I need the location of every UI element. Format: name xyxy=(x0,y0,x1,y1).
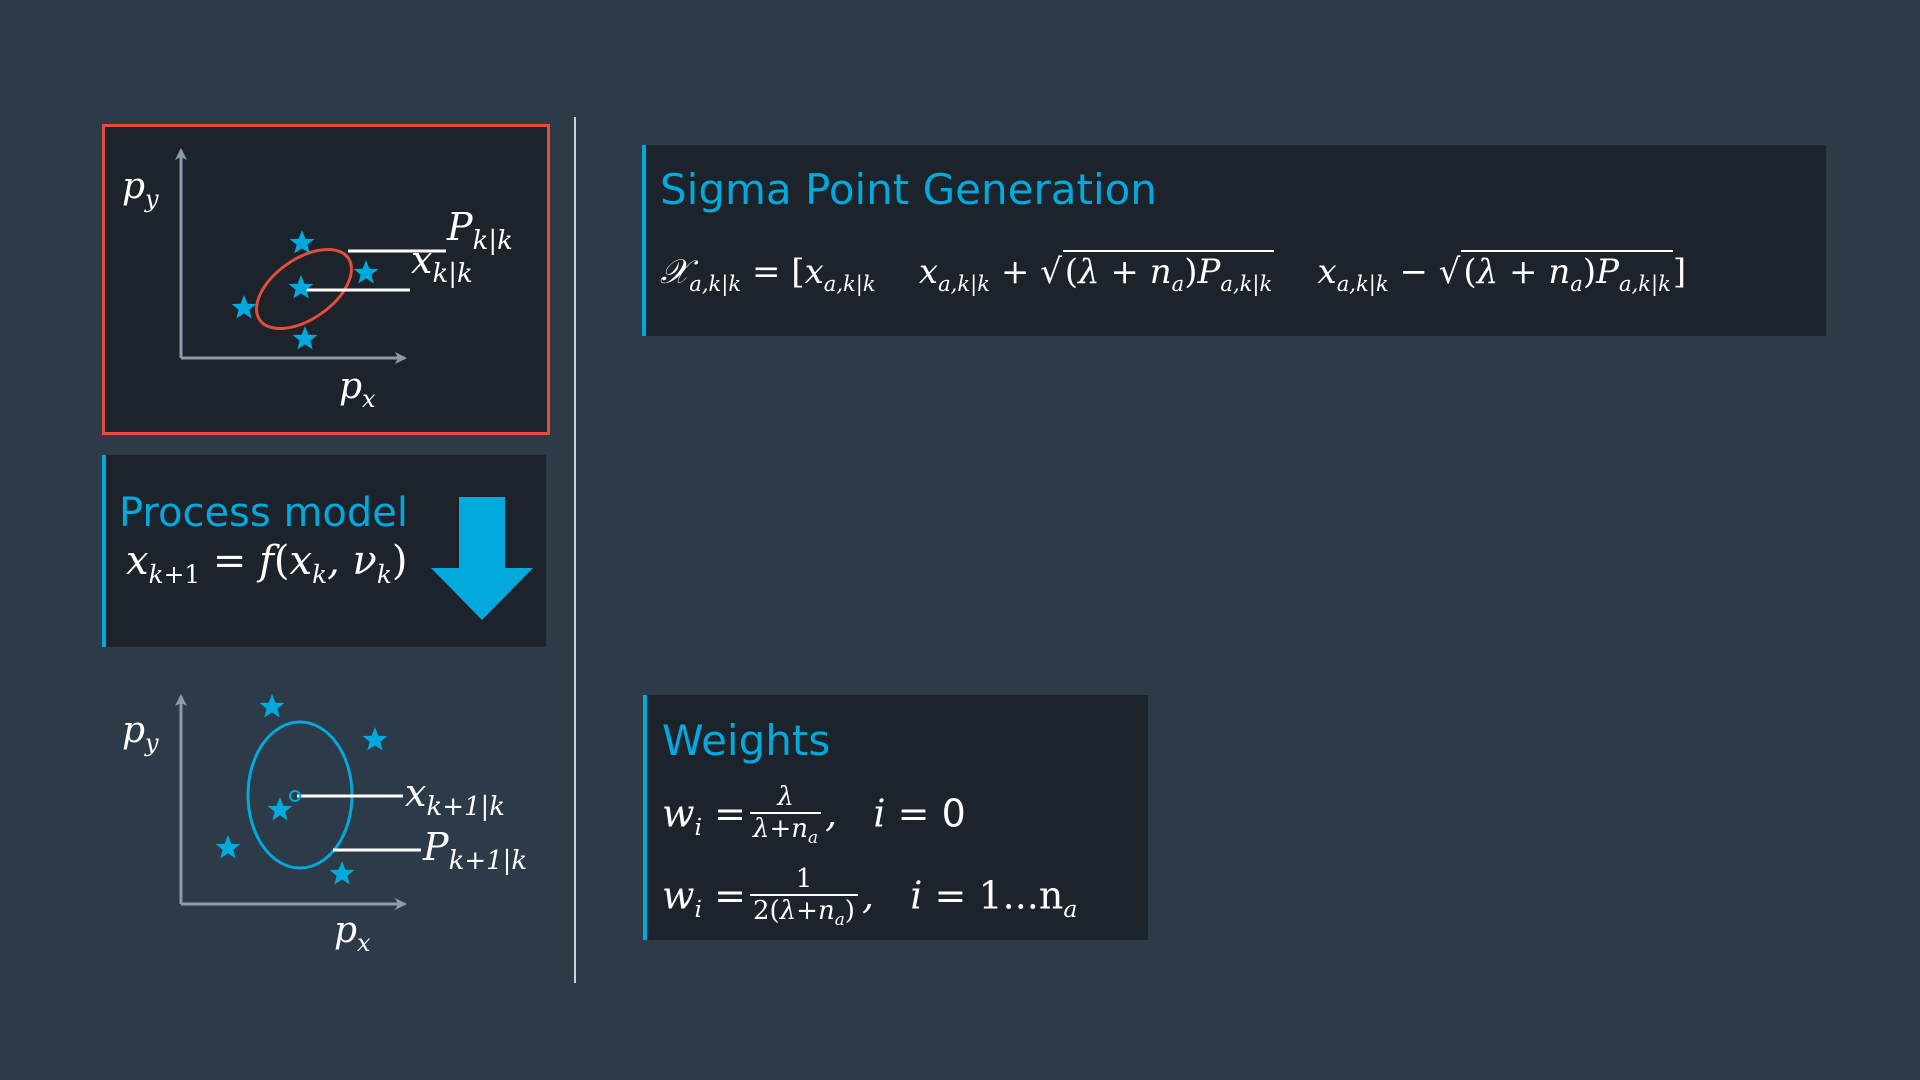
sigma-point xyxy=(259,694,285,718)
weights-title: Weights xyxy=(662,716,831,765)
x-axis-label-after: px xyxy=(334,910,371,957)
covariance-label-after: Pk+1|k xyxy=(422,825,527,876)
vertical-divider xyxy=(574,117,576,983)
sigma-point-generation-equation: 𝒳a,k|k = [xa,k|k xa,k|k + √(λ + na)Pa,k|… xyxy=(660,250,1687,296)
weights-equation-2: wi = 1 2(λ+na), i = 1...na xyxy=(662,864,1077,934)
sigma-point-generation-title: Sigma Point Generation xyxy=(660,165,1157,214)
weights-equation-1: wi = λ λ+na, i = 0 xyxy=(662,782,966,852)
y-axis-label-after: py xyxy=(122,710,159,757)
sigma-point xyxy=(362,727,388,751)
sigma-point xyxy=(215,835,241,859)
sigma-point xyxy=(329,861,355,885)
sigma-point xyxy=(267,797,293,821)
mean-label-after: xk+1|k xyxy=(405,771,505,822)
